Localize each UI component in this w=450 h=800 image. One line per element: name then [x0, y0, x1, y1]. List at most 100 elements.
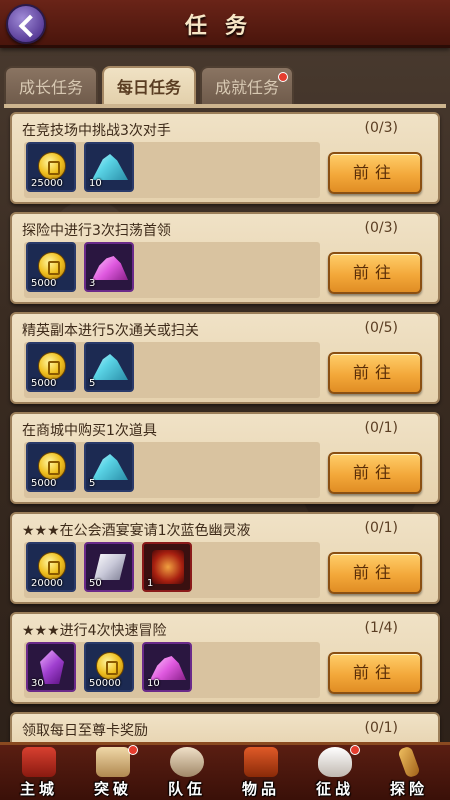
go-button[interactable]: 前往 — [328, 152, 422, 194]
reward-count: 30 — [31, 678, 44, 689]
task-progress: (0/1) — [364, 420, 398, 436]
go-button[interactable]: 前往 — [328, 252, 422, 294]
reward-item[interactable]: 25000 — [26, 142, 76, 192]
task-card: 在竞技场中挑战3次对手 (0/3) 25000 10 前往 — [10, 112, 440, 204]
reward-count: 5 — [89, 478, 96, 489]
nav-item-team[interactable]: 队伍 — [152, 745, 222, 800]
go-button[interactable]: 前往 — [328, 652, 422, 694]
reward-count: 1 — [147, 578, 154, 589]
reward-item[interactable]: 5000 — [26, 442, 76, 492]
reward-item[interactable]: 50000 — [84, 642, 134, 692]
task-progress: (0/1) — [364, 720, 398, 736]
sword-icon — [397, 745, 421, 779]
notification-dot — [278, 72, 288, 82]
gold-coin-icon — [38, 152, 66, 180]
task-progress: (0/3) — [364, 220, 398, 236]
nav-label: 主城 — [19, 780, 58, 798]
reward-area: 5000 3 — [24, 242, 320, 298]
reward-item[interactable]: 10 — [142, 642, 192, 692]
pink-crystal-icon — [150, 656, 186, 680]
gold-coin-icon — [38, 352, 66, 380]
reward-item[interactable]: 5000 — [26, 342, 76, 392]
scroll-icon — [96, 747, 130, 777]
header-bar: 任务 — [0, 0, 450, 48]
reward-count: 50 — [89, 578, 102, 589]
page-title: 任务 — [184, 14, 265, 39]
pink-crystal-icon — [92, 256, 128, 280]
reward-count: 3 — [89, 278, 96, 289]
reward-count: 25000 — [31, 178, 63, 189]
teal-crystal-icon — [92, 154, 128, 180]
reward-item[interactable]: 5 — [84, 342, 134, 392]
reward-item[interactable]: 30 — [26, 642, 76, 692]
team-icon — [170, 747, 204, 777]
nav-label: 突破 — [93, 780, 132, 798]
task-card: ★★★在公会酒宴宴请1次蓝色幽灵液 (0/1) 20000 50 1 前往 — [10, 512, 440, 604]
task-card: 探险中进行3次扫荡首领 (0/3) 5000 3 前往 — [10, 212, 440, 304]
tab-growth-tasks[interactable]: 成长任务 — [4, 66, 98, 106]
reward-count: 20000 — [31, 578, 63, 589]
nav-item-main-city[interactable]: 主城 — [4, 745, 74, 800]
task-title: ★★★进行4次快速冒险 — [22, 623, 167, 639]
nav-item-items[interactable]: 物品 — [226, 745, 296, 800]
gold-coin-icon — [38, 252, 66, 280]
task-title: 在竞技场中挑战3次对手 — [22, 123, 171, 139]
gold-coin-icon — [38, 452, 66, 480]
task-card: 精英副本进行5次通关或扫关 (0/5) 5000 5 前往 — [10, 312, 440, 404]
tab-label: 每日任务 — [116, 78, 181, 97]
task-card: 在商城中购买1次道具 (0/1) 5000 5 前往 — [10, 412, 440, 504]
nav-label: 队伍 — [167, 780, 206, 798]
teal-crystal-icon — [92, 354, 128, 380]
task-progress: (0/5) — [364, 320, 398, 336]
reward-count: 5 — [89, 378, 96, 389]
task-progress: (0/3) — [364, 120, 398, 136]
reward-item[interactable]: 50 — [84, 542, 134, 592]
task-title: ★★★在公会酒宴宴请1次蓝色幽灵液 — [22, 523, 251, 539]
nav-item-breakthrough[interactable]: 突破 — [78, 745, 148, 800]
tab-underline — [4, 104, 446, 108]
reward-count: 10 — [147, 678, 160, 689]
go-button[interactable]: 前往 — [328, 352, 422, 394]
task-title: 精英副本进行5次通关或扫关 — [22, 323, 199, 339]
chest-icon — [244, 747, 278, 777]
notification-dot — [128, 745, 138, 755]
reward-count: 5000 — [31, 378, 57, 389]
teal-crystal-icon — [92, 454, 128, 480]
nav-item-campaign[interactable]: 征战 — [300, 745, 370, 800]
go-button[interactable]: 前往 — [328, 552, 422, 594]
reward-item[interactable]: 5000 — [26, 242, 76, 292]
reward-item[interactable]: 5 — [84, 442, 134, 492]
gold-coin-icon — [96, 652, 124, 680]
reward-area: 30 50000 10 — [24, 642, 320, 698]
reward-area: 20000 50 1 — [24, 542, 320, 598]
go-button[interactable]: 前往 — [328, 452, 422, 494]
reward-count: 5000 — [31, 278, 57, 289]
tab-label: 成就任务 — [214, 78, 279, 97]
city-gate-icon — [22, 747, 56, 777]
task-title: 探险中进行3次扫荡首领 — [22, 223, 171, 239]
reward-area: 5000 5 — [24, 342, 320, 398]
nav-label: 物品 — [241, 780, 280, 798]
reward-area: 25000 10 — [24, 142, 320, 198]
task-progress: (0/1) — [364, 520, 398, 536]
task-title: 领取每日至尊卡奖励 — [22, 723, 148, 739]
reward-item[interactable]: 10 — [84, 142, 134, 192]
reward-item[interactable]: 20000 — [26, 542, 76, 592]
reward-item[interactable]: 3 — [84, 242, 134, 292]
bottom-nav: 主城 突破 队伍 物品 征战 探险 — [0, 742, 450, 800]
task-card: ★★★进行4次快速冒险 (1/4) 30 50000 10 前往 — [10, 612, 440, 704]
notification-dot — [350, 745, 360, 755]
tab-daily-tasks[interactable]: 每日任务 — [102, 66, 196, 106]
reward-area: 5000 5 — [24, 442, 320, 498]
reward-item[interactable]: 1 — [142, 542, 192, 592]
red-tome-icon — [152, 550, 184, 584]
task-title: 在商城中购买1次道具 — [22, 423, 157, 439]
tab-achievement-tasks[interactable]: 成就任务 — [200, 66, 294, 106]
fox-mask-icon — [318, 747, 352, 777]
gold-coin-icon — [38, 552, 66, 580]
task-tabs: 成长任务 每日任务 成就任务 — [4, 66, 294, 106]
task-progress: (1/4) — [364, 620, 398, 636]
nav-item-explore[interactable]: 探险 — [374, 745, 444, 800]
nav-label: 征战 — [315, 780, 354, 798]
reward-count: 10 — [89, 178, 102, 189]
